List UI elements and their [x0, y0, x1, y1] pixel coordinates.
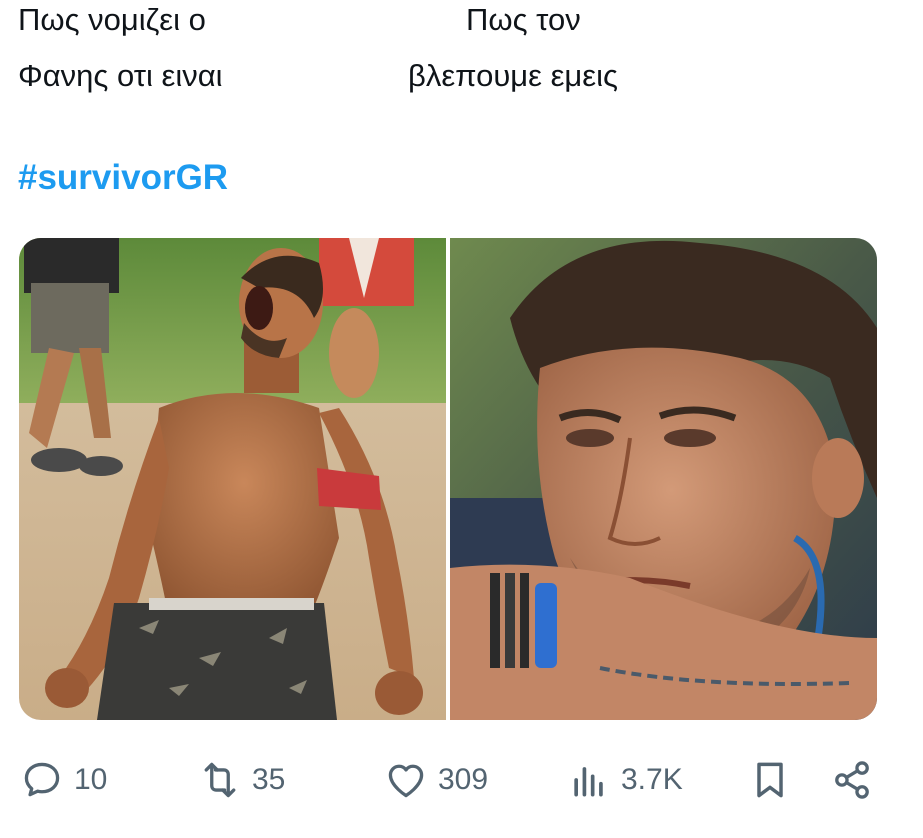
right-photo[interactable]: [450, 238, 877, 720]
tweet-actions: 10 35 309 3.7K: [0, 752, 923, 808]
like-button[interactable]: 309: [384, 752, 488, 808]
caption-right-line-2: βλεπουμε εμεις: [408, 58, 618, 93]
retweet-button[interactable]: 35: [198, 752, 285, 808]
retweet-icon: [204, 762, 236, 798]
views-count: 3.7K: [621, 763, 683, 796]
caption-right-line-1: Πως τον: [466, 2, 581, 37]
retweet-count: 35: [252, 763, 286, 796]
heart-icon: [388, 764, 424, 798]
views-button[interactable]: 3.7K: [567, 752, 683, 808]
caption-left-line-1: Πως νομιζει ο: [18, 2, 206, 37]
reply-icon: [24, 762, 60, 797]
bookmark-icon: [757, 762, 783, 798]
share-icon: [835, 761, 869, 799]
hashtag-link[interactable]: #survivorGR: [18, 158, 228, 198]
bookmark-button[interactable]: [748, 752, 792, 808]
media-grid: [19, 238, 877, 720]
left-photo[interactable]: [19, 238, 446, 720]
share-button[interactable]: [830, 752, 874, 808]
like-count: 309: [438, 763, 489, 796]
views-icon: [574, 767, 603, 797]
left-photo-image: [19, 238, 446, 720]
reply-button[interactable]: 10: [20, 752, 107, 808]
reply-count: 10: [74, 763, 108, 796]
right-photo-image: [450, 238, 877, 720]
caption-left-line-2: Φανης οτι ειναι: [18, 58, 223, 93]
